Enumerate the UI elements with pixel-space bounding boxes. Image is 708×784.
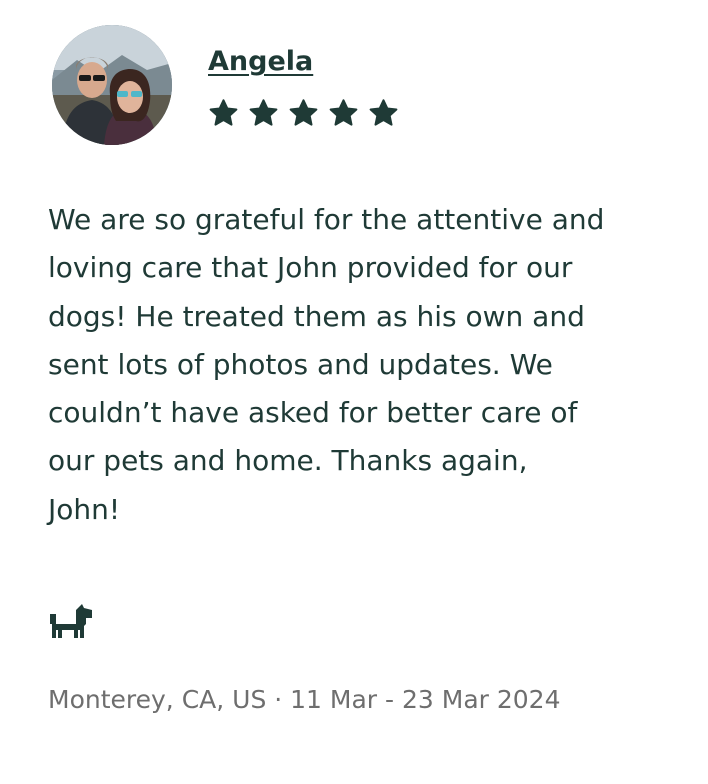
star-filled-icon xyxy=(209,99,238,126)
star-filled-icon xyxy=(369,99,398,126)
star-filled-icon xyxy=(329,99,358,126)
reviewer-name-link[interactable]: Angela xyxy=(208,46,313,77)
dog-icon xyxy=(50,604,92,638)
review-location: Monterey, CA, US xyxy=(48,685,267,714)
avatar-photo xyxy=(52,25,172,145)
star-filled-icon xyxy=(249,99,278,126)
avatar[interactable] xyxy=(52,25,172,145)
review-card: Angela We are so grateful for the attent… xyxy=(0,0,708,784)
review-meta: Monterey, CA, US · 11 Mar - 23 Mar 2024 xyxy=(48,676,588,724)
review-text: We are so grateful for the attentive and… xyxy=(48,203,605,526)
review-date-range: 11 Mar - 23 Mar 2024 xyxy=(290,685,561,714)
star-filled-icon xyxy=(289,99,318,126)
star-rating xyxy=(208,98,399,128)
meta-separator: · xyxy=(266,685,291,714)
